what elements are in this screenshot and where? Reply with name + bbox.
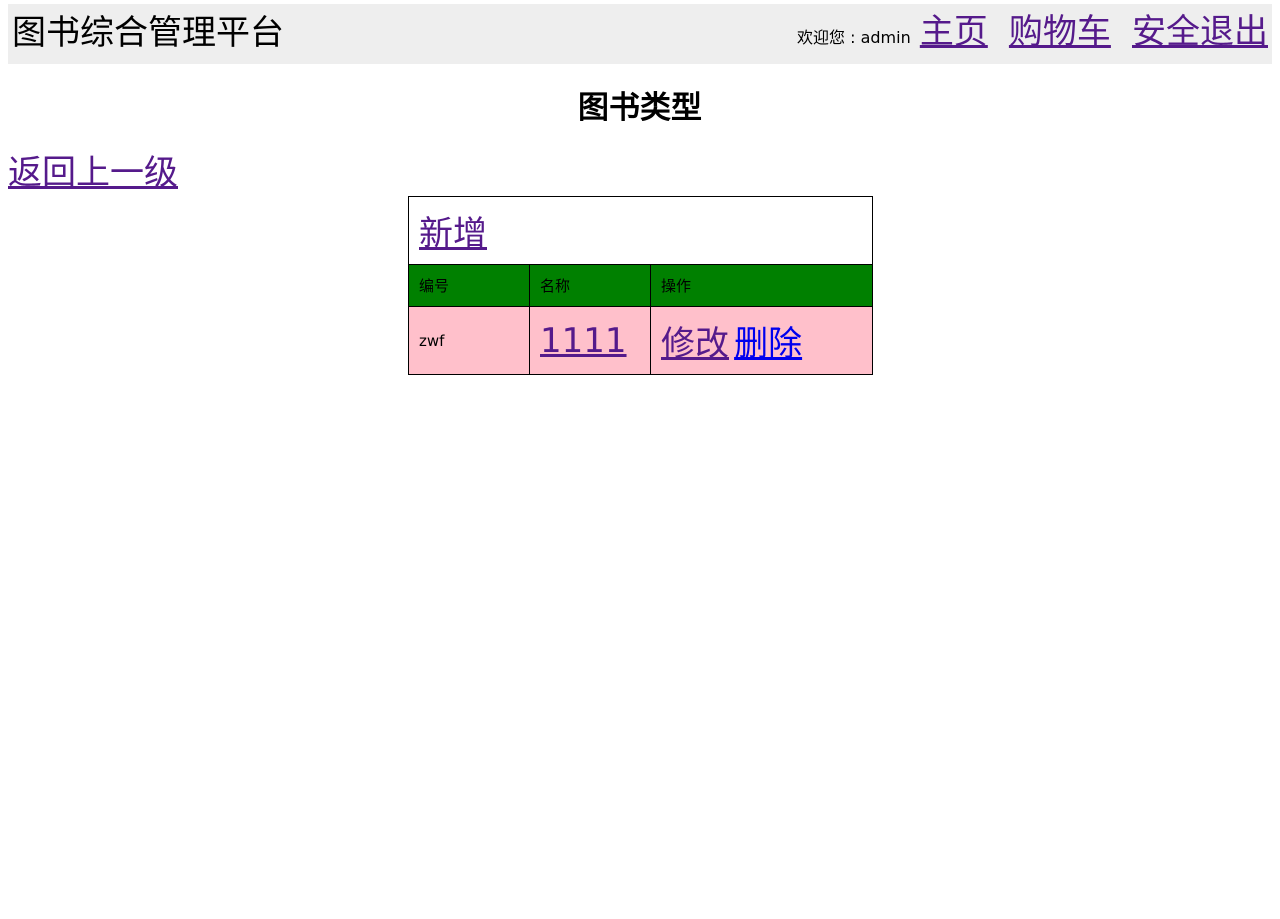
edit-link[interactable]: 修改 — [661, 324, 729, 364]
column-header-actions: 操作 — [649, 264, 874, 307]
cell-id: zwf — [408, 306, 530, 375]
app-title: 图书综合管理平台 — [12, 13, 284, 53]
add-cell: 新增 — [407, 196, 874, 265]
type-name-link[interactable]: 1111 — [540, 321, 627, 361]
column-header-id: 编号 — [408, 264, 530, 307]
page-title: 图书类型 — [578, 90, 702, 126]
cell-actions: 修改 删除 — [649, 306, 874, 375]
welcome-text: 欢迎您 : admin — [797, 28, 911, 47]
column-header-name: 名称 — [529, 264, 651, 307]
nav-home-link[interactable]: 主页 — [920, 12, 988, 52]
back-link[interactable]: 返回上一级 — [8, 150, 178, 196]
add-link[interactable]: 新增 — [419, 214, 487, 254]
header-user-nav: 欢迎您 : admin 主页 购物车 安全退出 — [797, 10, 1268, 60]
nav-logout-link[interactable]: 安全退出 — [1132, 12, 1268, 52]
nav-cart-link[interactable]: 购物车 — [1009, 12, 1111, 52]
top-header: 图书综合管理平台 欢迎您 : admin 主页 购物车 安全退出 — [8, 4, 1272, 64]
table-row: zwf 1111 修改 删除 — [408, 306, 874, 375]
book-type-table: 新增 编号 名称 操作 zwf 1111 修改 删除 — [407, 196, 874, 375]
table-header-row: 编号 名称 操作 — [408, 264, 874, 307]
cell-name: 1111 — [529, 306, 651, 375]
delete-link[interactable]: 删除 — [734, 324, 802, 364]
table-add-row: 新增 — [407, 196, 874, 265]
